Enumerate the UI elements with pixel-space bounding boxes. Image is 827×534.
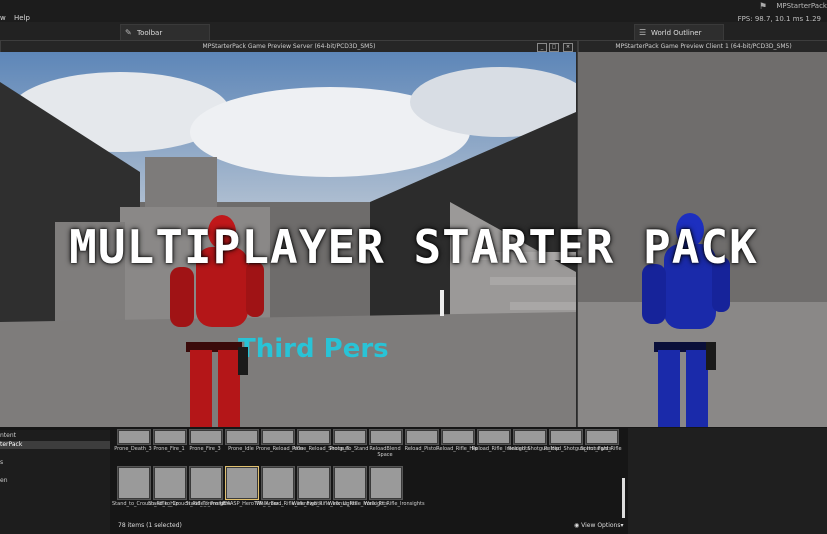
asset-tile[interactable] bbox=[297, 429, 331, 445]
asset-thumbnail bbox=[299, 468, 329, 498]
eye-icon: ◉ bbox=[574, 522, 580, 529]
asset-thumbnail bbox=[551, 431, 581, 443]
asset-thumbnail bbox=[191, 431, 221, 443]
app-title: MPStarterPack bbox=[776, 2, 827, 10]
menu-item-window[interactable]: w bbox=[0, 14, 6, 22]
asset-tile[interactable] bbox=[189, 466, 223, 500]
menu-item-help[interactable]: Help bbox=[14, 14, 30, 22]
asset-thumbnail bbox=[587, 431, 617, 443]
asset-thumbnail bbox=[443, 431, 473, 443]
asset-tile[interactable] bbox=[477, 429, 511, 445]
asset-tile[interactable] bbox=[441, 429, 475, 445]
asset-tile[interactable] bbox=[585, 429, 619, 445]
asset-thumbnail bbox=[299, 431, 329, 443]
asset-label: Sprint_Fwd_Rifle bbox=[580, 446, 622, 452]
floor-text: Third Pers bbox=[238, 334, 389, 364]
asset-thumbnail bbox=[407, 431, 437, 443]
asset-scrollbar[interactable] bbox=[622, 478, 625, 518]
wrench-icon: ✎ bbox=[125, 28, 132, 37]
asset-tile[interactable] bbox=[261, 466, 295, 500]
asset-thumbnail bbox=[263, 431, 293, 443]
asset-thumbnail bbox=[371, 468, 401, 498]
asset-tile[interactable] bbox=[225, 466, 259, 500]
tree-item-3[interactable]: s bbox=[0, 459, 3, 466]
tab-world-outliner[interactable]: ☰ World Outliner bbox=[634, 24, 724, 41]
asset-tile[interactable] bbox=[513, 429, 547, 445]
asset-thumbnail bbox=[371, 431, 401, 443]
asset-label: Walk_Rt_Rifle_Ironsights bbox=[364, 501, 425, 507]
asset-thumbnail bbox=[479, 431, 509, 443]
headline-title: MULTIPLAYER STARTER PACK bbox=[69, 220, 758, 274]
asset-tile[interactable] bbox=[225, 429, 259, 445]
view-options-button[interactable]: ◉ View Options▾ bbox=[574, 522, 623, 529]
asset-tile[interactable] bbox=[297, 466, 331, 500]
maximize-button[interactable]: □ bbox=[549, 43, 559, 52]
notification-icon[interactable]: ⚑ bbox=[759, 2, 767, 12]
asset-tile[interactable] bbox=[333, 429, 367, 445]
asset-thumbnail bbox=[155, 431, 185, 443]
details-panel bbox=[628, 428, 827, 534]
asset-tile[interactable] bbox=[153, 466, 187, 500]
asset-thumbnail bbox=[335, 431, 365, 443]
asset-tile[interactable] bbox=[117, 429, 151, 445]
tree-item-4[interactable]: en bbox=[0, 477, 8, 484]
asset-thumbnail bbox=[119, 431, 149, 443]
asset-tile[interactable] bbox=[369, 429, 403, 445]
asset-tile[interactable] bbox=[333, 466, 367, 500]
minimize-button[interactable]: _ bbox=[537, 43, 547, 52]
asset-tile[interactable] bbox=[189, 429, 223, 445]
asset-thumbnail bbox=[227, 468, 257, 498]
asset-tile[interactable] bbox=[549, 429, 583, 445]
close-button[interactable]: × bbox=[563, 43, 573, 52]
asset-thumbnail bbox=[335, 468, 365, 498]
tree-item-content[interactable]: ntent bbox=[0, 432, 16, 439]
tab-toolbar[interactable]: ✎ Toolbar bbox=[120, 24, 210, 41]
asset-thumbnail bbox=[227, 431, 257, 443]
asset-thumbnail bbox=[155, 468, 185, 498]
tree-item-starterpack[interactable]: terPack bbox=[0, 441, 110, 449]
asset-tile[interactable] bbox=[153, 429, 187, 445]
asset-tile[interactable] bbox=[369, 466, 403, 500]
asset-thumbnail bbox=[263, 468, 293, 498]
asset-thumbnail bbox=[119, 468, 149, 498]
asset-tile[interactable] bbox=[405, 429, 439, 445]
asset-thumbnail bbox=[515, 431, 545, 443]
asset-tile[interactable] bbox=[261, 429, 295, 445]
item-count-status: 78 items (1 selected) bbox=[118, 522, 182, 529]
folder-tree: ntent terPack s en bbox=[0, 430, 110, 534]
asset-thumbnail bbox=[191, 468, 221, 498]
list-icon: ☰ bbox=[639, 28, 647, 37]
menu-bar: w Help bbox=[0, 0, 827, 22]
asset-tile[interactable] bbox=[117, 466, 151, 500]
